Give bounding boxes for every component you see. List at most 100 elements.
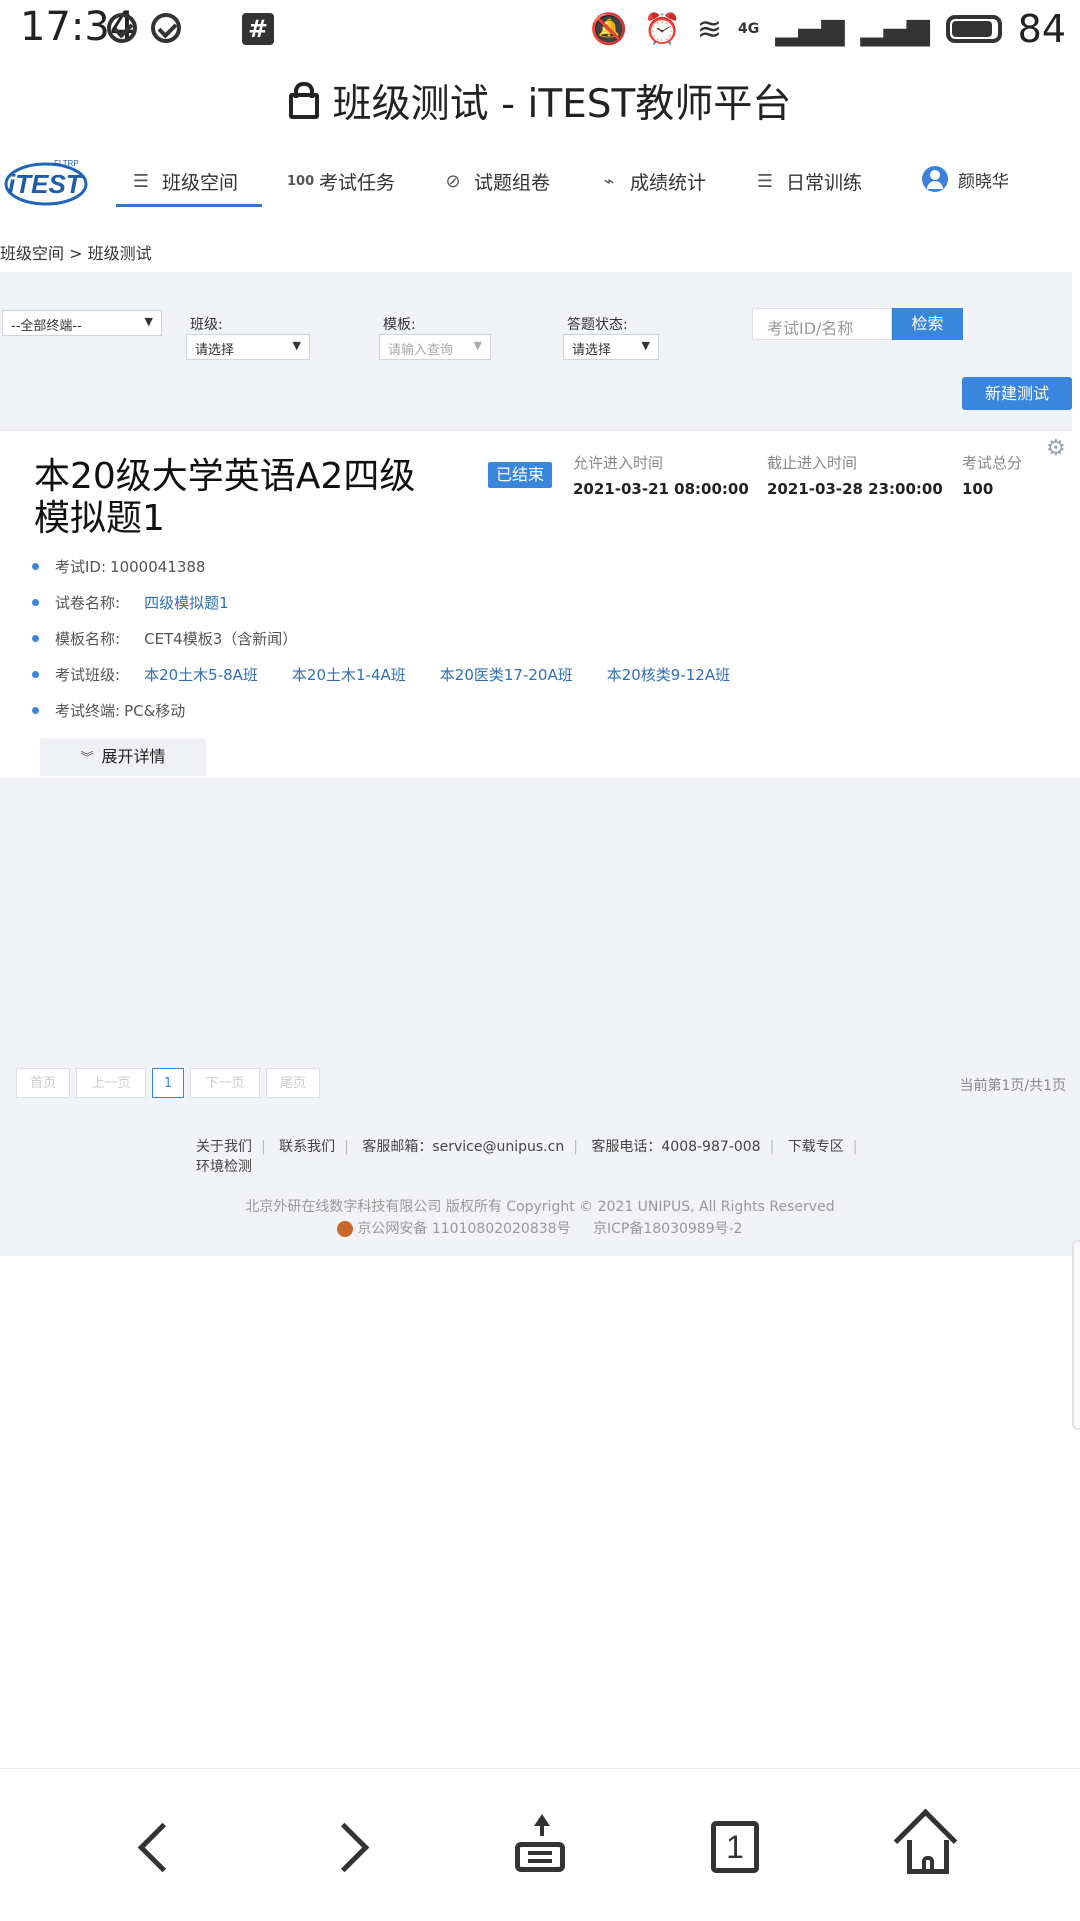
next-page-button[interactable]: 下一页 <box>190 1068 260 1098</box>
start-time-value: 2021-03-21 08:00:00 <box>573 480 749 498</box>
search-button[interactable]: 检索 <box>892 308 963 340</box>
nav-item-score-stats[interactable]: ⌁ 成绩统计 <box>598 168 706 195</box>
copyright-text: 北京外研在线数字科技有限公司 版权所有 Copyright © 2021 UNI… <box>245 1199 835 1215</box>
class-link[interactable]: 本20土木1-4A班 <box>292 664 406 685</box>
info-row-classes: 考试班级: 本20土木5-8A班 本20土木1-4A班 本20医类17-20A班… <box>32 664 764 685</box>
nav-label: 考试任务 <box>319 172 396 194</box>
page-info: 当前第1页/共1页 <box>959 1078 1066 1094</box>
icp-row: 京公网安备 11010802020838号 京ICP备18030989号-2 <box>0 1218 1080 1238</box>
score-icon: 100 <box>287 174 315 189</box>
paper-link[interactable]: 四级模拟题1 <box>144 592 229 613</box>
exam-title[interactable]: 本20级大学英语A2四级模拟题1 <box>34 456 444 540</box>
separator: | <box>852 1139 858 1155</box>
top-nav: iTEST FLTRP ☰ 班级空间 100 考试任务 ⊘ 试题组卷 ⌁ 成绩统… <box>0 150 1080 220</box>
info-label: 考试终端: <box>55 702 121 720</box>
template-value: CET4模板3（含新闻） <box>144 630 298 648</box>
info-row-paper: 试卷名称: 四级模拟题1 <box>32 592 263 613</box>
total-score-label: 考试总分 <box>962 454 1023 472</box>
template-label: 模板: <box>383 317 416 333</box>
template-select[interactable]: 请输入查询 ▼ <box>379 334 491 360</box>
logo-text: iTEST <box>8 169 84 199</box>
class-select[interactable]: 请选择 ▼ <box>186 334 310 360</box>
back-icon[interactable] <box>120 1812 190 1882</box>
nav-label: 试题组卷 <box>474 172 551 194</box>
url-bar[interactable]: 班级测试 - iTEST教师平台 <box>0 60 1080 150</box>
battery-percentage: 84 <box>1017 7 1066 51</box>
user-menu[interactable]: 颜晓华 <box>922 166 1009 192</box>
start-time-label: 允许进入时间 <box>573 454 664 472</box>
bullet-dot <box>32 707 39 714</box>
exam-id-value: 1000041388 <box>110 557 206 576</box>
footer-link-contact[interactable]: 联系我们 <box>279 1139 335 1155</box>
mute-icon: 🔕 <box>590 11 628 47</box>
page-url-title: 班级测试 - iTEST教师平台 <box>288 82 792 127</box>
new-test-button[interactable]: 新建测试 <box>962 377 1072 410</box>
nav-item-daily-training[interactable]: ☰ 日常训练 <box>754 168 862 195</box>
class-link[interactable]: 本20医类17-20A班 <box>440 664 573 685</box>
caret-down-icon: ▼ <box>144 315 153 328</box>
search-input[interactable]: 考试ID/名称 <box>752 308 892 340</box>
nav-label: 成绩统计 <box>630 172 707 194</box>
info-row-terminal: 考试终端: PC&移动 <box>32 700 185 721</box>
separator: | <box>769 1139 775 1155</box>
tabs-icon[interactable]: 1 <box>700 1812 770 1882</box>
network-type-label: 4G <box>737 21 760 37</box>
logo-small-text: FLTRP <box>54 159 79 168</box>
status-right-group: 🔕 ⏰ ≋ 4G ▂▄▆ ▂▄▆ 84 <box>590 4 1066 54</box>
class-link[interactable]: 本20土木5-8A班 <box>144 664 258 685</box>
itest-logo[interactable]: iTEST FLTRP <box>2 152 90 210</box>
info-label: 模板名称: <box>55 630 121 648</box>
status-bar: 17:34 # 🔕 ⏰ ≋ 4G ▂▄▆ ▂▄▆ 84 <box>0 0 1080 58</box>
last-page-button[interactable]: 尾页 <box>266 1068 320 1098</box>
scroll-handle[interactable] <box>1072 1240 1080 1430</box>
expand-details-label: 展开详情 <box>101 747 166 766</box>
expand-details-button[interactable]: ︾ 展开详情 <box>40 738 206 776</box>
signal-icon: ▂▄▆ <box>775 11 845 47</box>
home-icon[interactable] <box>893 1808 963 1882</box>
footer-link-about[interactable]: 关于我们 <box>196 1139 252 1155</box>
active-tab-indicator <box>116 204 262 207</box>
share-icon[interactable] <box>505 1812 575 1882</box>
separator: | <box>261 1139 266 1155</box>
paper-icon: ⊘ <box>445 171 461 192</box>
check-circle-icon <box>151 13 181 43</box>
bullet-dot <box>32 563 39 570</box>
info-label: 考试ID: <box>55 558 107 576</box>
footer-link-env-check[interactable]: 环境检测 <box>196 1156 252 1176</box>
status-badge: 已结束 <box>488 462 553 488</box>
menu-icon: ☰ <box>756 171 774 192</box>
class-label: 班级: <box>190 317 223 333</box>
nav-item-exam-tasks[interactable]: 100 考试任务 <box>287 168 395 195</box>
icp-record[interactable]: 京ICP备18030989号-2 <box>593 1221 743 1237</box>
separator: | <box>573 1139 578 1155</box>
footer-email[interactable]: 客服邮箱：service@unipus.cn <box>362 1139 564 1155</box>
answer-status-label: 答题状态: <box>567 317 628 333</box>
info-row-exam-id: 考试ID: 1000041388 <box>32 556 205 577</box>
answer-status-value: 请选择 <box>572 343 612 358</box>
info-row-template: 模板名称: CET4模板3（含新闻） <box>32 628 297 649</box>
terminal-select-value: --全部终端-- <box>11 319 82 334</box>
nav-item-class-space[interactable]: ☰ 班级空间 <box>130 168 238 195</box>
first-page-button[interactable]: 首页 <box>16 1068 70 1098</box>
nav-item-paper-builder[interactable]: ⊘ 试题组卷 <box>442 168 550 195</box>
wifi-icon: ≋ <box>696 11 722 47</box>
page-title: 班级测试 - iTEST教师平台 <box>332 82 792 127</box>
breadcrumb[interactable]: 班级空间 > 班级测试 <box>0 240 152 264</box>
lock-icon <box>288 82 319 119</box>
answer-status-select[interactable]: 请选择 ▼ <box>563 334 659 360</box>
page-number-button[interactable]: 1 <box>152 1068 184 1098</box>
forward-icon[interactable] <box>316 1812 386 1882</box>
battery-icon <box>945 15 1002 43</box>
terminal-select[interactable]: --全部终端-- ▼ <box>2 310 162 336</box>
prev-page-button[interactable]: 上一页 <box>76 1068 146 1098</box>
police-record[interactable]: 京公网安备 11010802020838号 <box>357 1221 570 1237</box>
end-time-value: 2021-03-28 23:00:00 <box>767 480 943 498</box>
terminal-value: PC&移动 <box>124 702 186 720</box>
class-link[interactable]: 本20核类9-12A班 <box>607 664 730 685</box>
footer-links: 关于我们 | 联系我们 | 客服邮箱：service@unipus.cn | 客服电话… <box>196 1136 866 1156</box>
class-select-value: 请选择 <box>195 343 235 358</box>
bullet-dot <box>32 635 39 642</box>
footer-link-downloads[interactable]: 下载专区 <box>788 1139 844 1155</box>
total-score-value: 100 <box>962 480 994 498</box>
gear-icon[interactable]: ⚙ <box>1046 436 1066 461</box>
